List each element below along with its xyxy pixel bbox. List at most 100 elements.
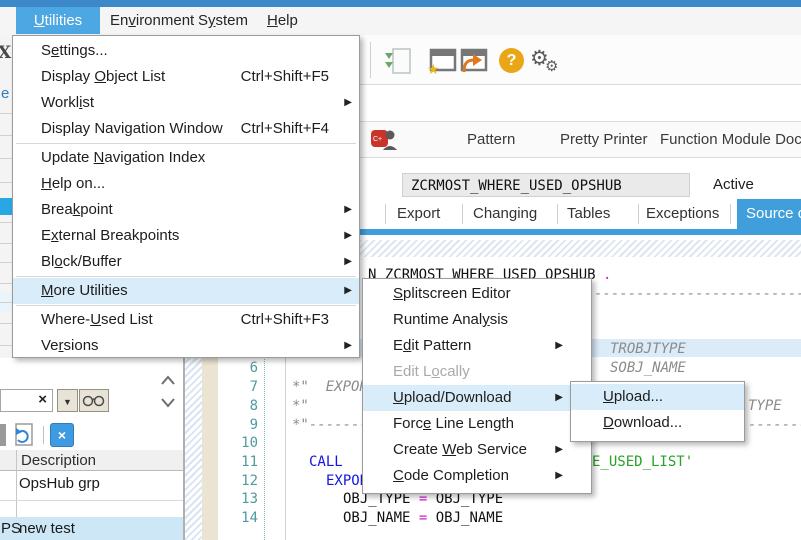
glasses-icon: [82, 393, 106, 409]
worklist-panel: × ▼ × Description OpsHub grp PS new test: [0, 358, 183, 540]
toolbar-separator: [370, 42, 371, 78]
background-glyph-x: X: [0, 43, 11, 63]
help-icon[interactable]: ?: [499, 48, 524, 73]
pretty-printer-button[interactable]: Pretty Printer: [560, 122, 648, 157]
description-column-header[interactable]: Description: [0, 450, 183, 471]
import-document-icon[interactable]: [384, 47, 412, 77]
refresh-button[interactable]: [10, 423, 38, 447]
menu-item-runtime-analysis[interactable]: Runtime Analysis: [363, 307, 591, 333]
panel-border: [183, 358, 185, 540]
status-label: Active: [713, 176, 754, 193]
menu-item-edit-pattern[interactable]: Edit Pattern▶: [363, 333, 591, 359]
pattern-button[interactable]: Pattern: [467, 122, 515, 157]
menubar-item-system[interactable]: System: [198, 7, 248, 34]
code-fragment: TROBJTYPE: [610, 340, 686, 359]
code-fragment: -------: [748, 416, 801, 435]
scroll-up-button[interactable]: [160, 374, 176, 388]
row-separator: [0, 500, 183, 501]
tab-tables[interactable]: Tables: [567, 199, 610, 229]
list-item-selected[interactable]: PS new test: [0, 517, 183, 540]
list-item-label: new test: [19, 520, 75, 537]
line-number: 13: [216, 490, 258, 509]
toolbar-separator: [43, 426, 44, 444]
line-number: 14: [216, 509, 258, 528]
code-fragment: *": [292, 397, 309, 416]
dropdown-button[interactable]: ▼: [57, 389, 78, 412]
code-fragment: ---------------------------: [594, 285, 801, 304]
upload-download-submenu: Upload... Download...: [570, 381, 745, 442]
menu-item-update-navigation-index[interactable]: Update Navigation Index: [13, 145, 359, 171]
submenu-arrow-icon: ▶: [344, 249, 352, 275]
submenu-arrow-icon: ▶: [555, 333, 563, 359]
code-fragment: CALL: [309, 453, 343, 472]
code-fragment: E_USED_LIST': [592, 453, 693, 472]
menu-item-where-used-list[interactable]: Where-Used ListCtrl+Shift+F3: [13, 307, 359, 333]
background-panel-fragment: X e: [0, 35, 12, 358]
code-line-14: OBJ_NAME = OBJ_NAME: [343, 509, 503, 528]
svg-text:C+: C+: [373, 136, 382, 143]
tab-divider: [638, 204, 639, 224]
tab-exceptions[interactable]: Exceptions: [646, 199, 719, 229]
tab-divider: [385, 204, 386, 224]
tab-divider: [462, 204, 463, 224]
create-shortcut-icon[interactable]: [459, 47, 489, 75]
sap-gui-window: Utilities Environment System Help ★ ? ⚙ …: [0, 0, 801, 540]
submenu-arrow-icon: ▶: [344, 333, 352, 359]
menu-item-external-breakpoints[interactable]: External Breakpoints▶: [13, 223, 359, 249]
menubar-item-environment[interactable]: Environment: [110, 7, 194, 34]
menu-separator: [16, 276, 356, 277]
menu-item-worklist[interactable]: Worklist▶: [13, 90, 359, 116]
function-module-name-field[interactable]: ZCRMOST_WHERE_USED_OPSHUB: [402, 173, 690, 197]
submenu-arrow-icon: ▶: [344, 90, 352, 116]
menu-item-code-completion[interactable]: Code Completion▶: [363, 463, 591, 489]
menu-item-create-web-service[interactable]: Create Web Service▶: [363, 437, 591, 463]
menu-item-upload[interactable]: Upload...: [571, 384, 744, 410]
tab-export[interactable]: Export: [397, 199, 440, 229]
menu-item-block-buffer[interactable]: Block/Buffer▶: [13, 249, 359, 275]
menu-item-display-navigation-window[interactable]: Display Navigation WindowCtrl+Shift+F4: [13, 116, 359, 142]
menu-item-settings[interactable]: Settings...: [13, 38, 359, 64]
clipped-icon-fragment: [0, 424, 6, 446]
line-number: 8: [216, 397, 258, 416]
code-fragment: TYPE: [748, 397, 782, 416]
line-number: 9: [216, 416, 258, 435]
menu-item-splitscreen-editor[interactable]: Splitscreen Editor: [363, 281, 591, 307]
line-number: 10: [216, 434, 258, 453]
line-number: 6: [216, 359, 258, 378]
code-fragment: SOBJ_NAME: [610, 359, 686, 378]
line-number: 11: [216, 453, 258, 472]
menu-item-breakpoint[interactable]: Breakpoint▶: [13, 197, 359, 223]
display-view-button[interactable]: [79, 389, 109, 412]
tab-divider: [557, 204, 558, 224]
clear-icon[interactable]: ×: [38, 391, 47, 408]
menu-item-help-on[interactable]: Help on...: [13, 171, 359, 197]
function-module-docu-button[interactable]: Function Module Docu: [660, 122, 801, 157]
menu-separator: [16, 143, 356, 144]
submenu-arrow-icon: ▶: [555, 463, 563, 489]
title-bar: [0, 0, 801, 7]
tab-source-code[interactable]: Source code: [737, 199, 801, 229]
submenu-arrow-icon: ▶: [344, 223, 352, 249]
scroll-down-button[interactable]: [160, 396, 176, 410]
menubar-item-help[interactable]: Help: [267, 7, 298, 34]
filter-field[interactable]: ×: [0, 389, 53, 412]
submenu-arrow-icon: ▶: [344, 197, 352, 223]
menu-item-display-object-list[interactable]: Display Object ListCtrl+Shift+F5: [13, 64, 359, 90]
code-fragment: .: [603, 266, 611, 285]
menu-item-versions[interactable]: Versions▶: [13, 333, 359, 359]
menu-item-upload-download[interactable]: Upload/Download▶: [363, 385, 591, 411]
customize-settings-icon[interactable]: ⚙ ⚙: [530, 44, 566, 76]
close-button[interactable]: ×: [50, 423, 74, 447]
menu-item-edit-locally: Edit Locally: [363, 359, 591, 385]
menu-item-force-line-length[interactable]: Force Line Length: [363, 411, 591, 437]
svg-text:★: ★: [428, 62, 440, 75]
tab-changing[interactable]: Changing: [473, 199, 537, 229]
menu-item-download[interactable]: Download...: [571, 410, 744, 436]
menubar-item-utilities[interactable]: Utilities: [16, 7, 100, 34]
menu-item-more-utilities[interactable]: More Utilities▶: [13, 278, 359, 304]
new-session-window-icon[interactable]: ★: [428, 47, 458, 75]
more-utilities-submenu: Splitscreen Editor Runtime Analysis Edit…: [362, 278, 592, 494]
object-name-fragment: PS: [1, 520, 21, 537]
list-item[interactable]: OpsHub grp: [19, 475, 100, 492]
background-selected-row-fragment: [0, 198, 12, 215]
